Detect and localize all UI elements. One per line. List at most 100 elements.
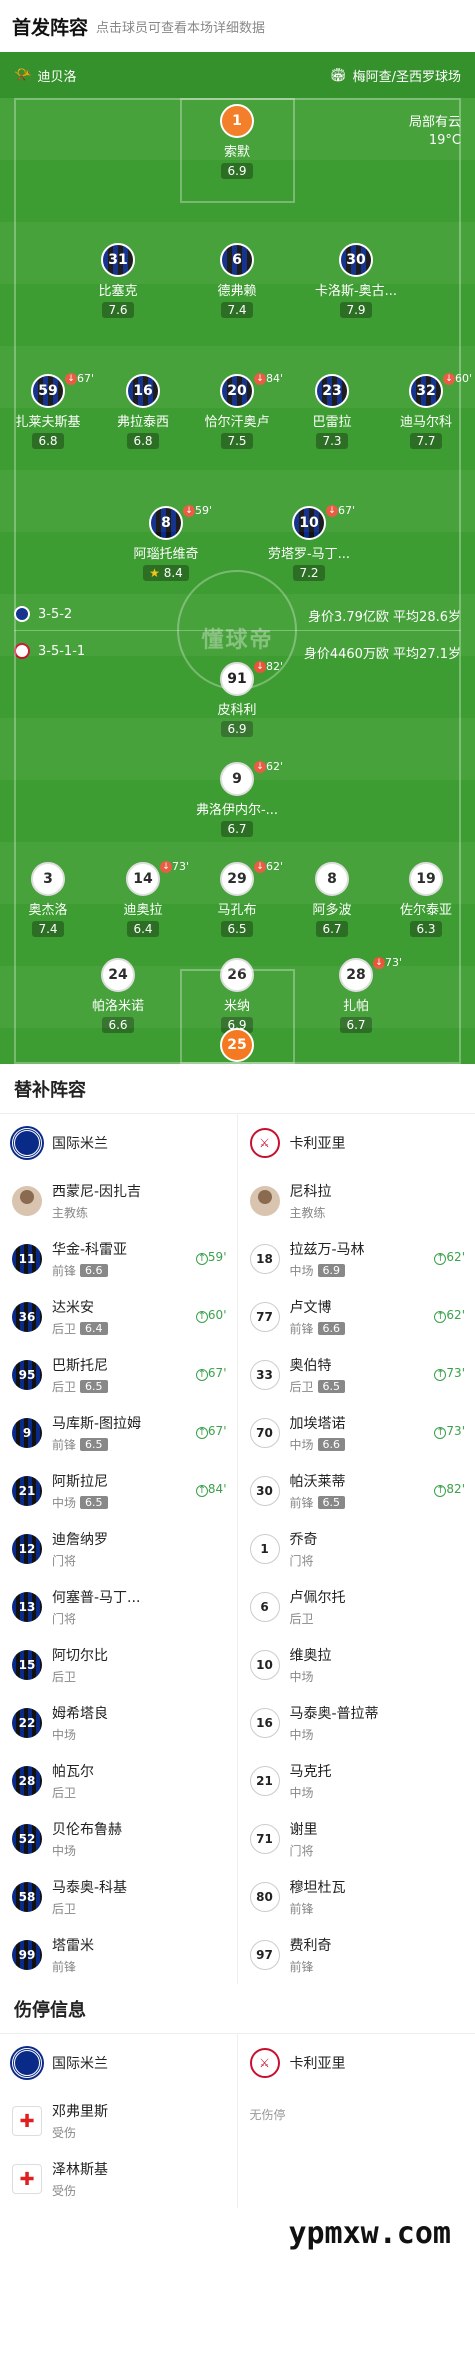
sub-player-row[interactable]: 16 马泰奥-普拉蒂 中场 <box>238 1694 475 1752</box>
sub-player-row[interactable]: 97 费利奇 前锋 <box>238 1926 475 1984</box>
sub-in-icon: ↑ <box>434 1311 447 1323</box>
sub-player-row[interactable]: 15 阿切尔比 后卫 <box>0 1636 237 1694</box>
sub-minute: 73' <box>446 1366 465 1380</box>
coach-role: 主教练 <box>52 1206 89 1220</box>
player-name: 拉兹万-马林 <box>289 1242 365 1258</box>
player-meta: 中场 <box>290 1726 379 1743</box>
jersey-number: 71 <box>249 1824 280 1854</box>
sub-player-row[interactable]: 52 贝伦布鲁赫 中场 <box>0 1810 237 1868</box>
player-name: 马克托 <box>289 1764 332 1780</box>
player-name: 姆希塔良 <box>52 1706 108 1722</box>
jersey-number: 58 <box>12 1882 42 1912</box>
player-meta: 中场 6.5 <box>52 1494 108 1511</box>
player-position: 后卫 <box>52 1786 77 1800</box>
player-rating: 6.6 <box>317 1438 346 1451</box>
player-rating: 6.5 <box>317 1380 346 1393</box>
player-name: 维奥拉 <box>289 1648 332 1664</box>
sub-minute: 82' <box>446 1482 465 1496</box>
jersey-number: 36 <box>12 1302 42 1332</box>
whistle-icon: 📯 <box>14 67 32 83</box>
sub-player-row[interactable]: 12 迪詹纳罗 门将 <box>0 1520 237 1578</box>
player-meta: 前锋 <box>52 1958 94 1975</box>
venue-name: 梅阿查/圣西罗球场 <box>352 69 461 85</box>
sub-in-icon: ↑ <box>434 1427 447 1439</box>
jersey-number: 1 <box>249 1534 280 1564</box>
sub-in-event: ↑ 73' <box>434 1424 465 1439</box>
sub-player-row[interactable]: 77 卢文博 前锋 6.6 ↑ 62' <box>238 1288 475 1346</box>
sub-player-row[interactable]: 13 何塞普-马丁... 门将 <box>0 1578 237 1636</box>
sub-player-row[interactable]: 70 加埃塔诺 中场 6.6 ↑ 73' <box>238 1404 475 1462</box>
subs-table: 国际米兰 西蒙尼-因扎吉 主教练 11 华金-科雷亚 前锋 6.6 ↑ 59' 36 达米安后… <box>0 1114 475 1984</box>
player-position: 后卫 <box>52 1380 77 1394</box>
sub-player-row[interactable]: 58 马泰奥-科基 后卫 <box>0 1868 237 1926</box>
sub-player-row[interactable]: 21 马克托 中场 <box>238 1752 475 1810</box>
player-position: 中场 <box>289 1670 314 1684</box>
away-coach-row[interactable]: 尼科拉 主教练 <box>238 1172 475 1230</box>
player-meta: 前锋 6.5 <box>290 1494 346 1511</box>
player-position: 后卫 <box>289 1612 314 1626</box>
player-position: 中场 <box>289 1264 314 1278</box>
player-rating: 6.5 <box>80 1380 108 1393</box>
sub-player-row[interactable]: 99 塔雷米 前锋 <box>0 1926 237 1984</box>
home-coach-row[interactable]: 西蒙尼-因扎吉 主教练 <box>0 1172 237 1230</box>
jersey-number: 12 <box>12 1534 42 1564</box>
player-position: 中场 <box>289 1728 314 1742</box>
jersey-number: 16 <box>249 1708 280 1738</box>
player-meta: 前锋 6.5 <box>52 1436 141 1453</box>
away-team-name: 卡利亚里 <box>289 2056 346 2072</box>
sub-player-row[interactable]: 30 帕沃莱蒂 前锋 6.5 ↑ 82' <box>238 1462 475 1520</box>
player-position: 后卫 <box>289 1380 314 1394</box>
sub-in-icon: ↑ <box>195 1485 208 1497</box>
sub-player-row[interactable]: 33 奥伯特 后卫 6.5 ↑ 73' <box>238 1346 475 1404</box>
sub-player-row[interactable]: 6 卢佩尔托 后卫 <box>238 1578 475 1636</box>
subs-home-column: 国际米兰 西蒙尼-因扎吉 主教练 11 华金-科雷亚 前锋 6.6 ↑ 59' 36 达米安后… <box>0 1114 238 1984</box>
player-name: 阿斯拉尼 <box>52 1474 108 1490</box>
sub-player-row[interactable]: 10 维奥拉 中场 <box>238 1636 475 1694</box>
sub-in-icon: ↑ <box>195 1311 208 1323</box>
sub-minute: 60' <box>207 1308 227 1322</box>
sub-player-row[interactable]: 95 巴斯托尼 后卫 6.5 ↑ 67' <box>0 1346 237 1404</box>
player-position: 后卫 <box>52 1670 77 1684</box>
jersey-number: 77 <box>249 1302 280 1332</box>
sub-player-row[interactable]: 1 乔奇 门将 <box>238 1520 475 1578</box>
player-meta: 中场 <box>52 1842 122 1859</box>
sub-in-event: ↑ 73' <box>434 1366 465 1381</box>
jersey-number: 21 <box>12 1476 42 1506</box>
coach-name: 西蒙尼-因扎吉 <box>52 1184 142 1200</box>
sub-player-row[interactable]: 21 阿斯拉尼 中场 6.5 ↑ 84' <box>0 1462 237 1520</box>
lineup-title: 首发阵容 <box>12 16 89 39</box>
player-rating: 6.4 <box>80 1322 108 1335</box>
player-meta: 前锋 <box>290 1958 332 1975</box>
player-name: 贝伦布鲁赫 <box>52 1822 122 1838</box>
player-position: 门将 <box>52 1612 77 1626</box>
sub-player-row[interactable]: 80 穆坦杜瓦 前锋 <box>238 1868 475 1926</box>
home-team-row[interactable]: 国际米兰 <box>0 2034 237 2092</box>
player-meta: 后卫 <box>52 1900 127 1917</box>
sub-player-row[interactable]: 28 帕瓦尔 后卫 <box>0 1752 237 1810</box>
player-rating: 6.5 <box>80 1438 108 1451</box>
player-meta: 前锋 6.6 <box>52 1262 127 1279</box>
player-position: 前锋 <box>289 1960 314 1974</box>
home-team-row[interactable]: 国际米兰 <box>0 1114 237 1172</box>
away-team-row[interactable]: ⚔ 卡利亚里 <box>238 1114 475 1172</box>
player-meta: 后卫 6.5 <box>290 1378 346 1395</box>
inter-crest-icon <box>12 2048 42 2078</box>
sub-in-event: ↑ 67' <box>195 1424 227 1439</box>
player-name: 塔雷米 <box>52 1938 94 1954</box>
sub-player-row[interactable]: 36 达米安 后卫 6.4 ↑ 60' <box>0 1288 237 1346</box>
sub-player-row[interactable]: 22 姆希塔良 中场 <box>0 1694 237 1752</box>
away-team-row[interactable]: ⚔ 卡利亚里 <box>238 2034 475 2092</box>
player-name: 加埃塔诺 <box>289 1416 346 1432</box>
medical-cross-icon: ✚ <box>12 2106 42 2136</box>
injured-player-row[interactable]: ✚ 邓弗里斯 受伤 <box>0 2092 237 2150</box>
player-name: 帕沃莱蒂 <box>289 1474 346 1490</box>
player-position: 中场 <box>52 1844 77 1858</box>
sub-player-row[interactable]: 71 谢里 门将 <box>238 1810 475 1868</box>
sub-player-row[interactable]: 9 马库斯-图拉姆 前锋 6.5 ↑ 67' <box>0 1404 237 1462</box>
sub-player-row[interactable]: 11 华金-科雷亚 前锋 6.6 ↑ 59' <box>0 1230 237 1288</box>
sub-player-row[interactable]: 18 拉兹万-马林 中场 6.9 ↑ 62' <box>238 1230 475 1288</box>
player-name: 卢佩尔托 <box>289 1590 346 1606</box>
player-meta: 门将 <box>290 1842 318 1859</box>
player-meta: 门将 <box>52 1552 108 1569</box>
injured-player-row[interactable]: ✚ 泽林斯基 受伤 <box>0 2150 237 2208</box>
